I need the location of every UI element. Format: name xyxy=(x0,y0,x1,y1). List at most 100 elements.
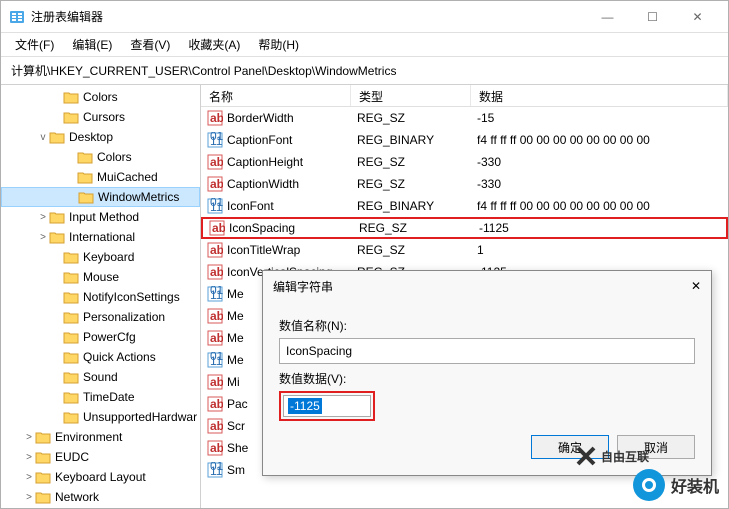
folder-icon xyxy=(63,350,79,364)
tree-label: TimeDate xyxy=(83,390,135,404)
address-bar[interactable]: 计算机\HKEY_CURRENT_USER\Control Panel\Desk… xyxy=(1,57,728,85)
tree-label: Environment xyxy=(55,430,122,444)
dialog-titlebar: 编辑字符串 ✕ xyxy=(263,271,711,301)
value-data: -15 xyxy=(471,109,728,127)
maximize-button[interactable]: ☐ xyxy=(630,2,675,32)
dialog-close-icon[interactable]: ✕ xyxy=(691,279,701,293)
expander-icon[interactable]: > xyxy=(37,212,49,223)
menu-help[interactable]: 帮助(H) xyxy=(250,34,307,55)
tree-item[interactable]: >Input Method xyxy=(1,207,200,227)
tree-item[interactable]: Personalization xyxy=(1,307,200,327)
window-title: 注册表编辑器 xyxy=(31,8,585,25)
minimize-button[interactable]: — xyxy=(585,2,630,32)
close-button[interactable]: ✕ xyxy=(675,2,720,32)
menu-favorites[interactable]: 收藏夹(A) xyxy=(180,34,248,55)
tree-item[interactable]: Sound xyxy=(1,367,200,387)
tree-item[interactable]: Colors xyxy=(1,147,200,167)
value-data: 1 xyxy=(471,241,728,259)
tree-label: Personalization xyxy=(83,310,165,324)
menu-edit[interactable]: 编辑(E) xyxy=(64,34,120,55)
tree-item[interactable]: v Desktop xyxy=(1,127,200,147)
tree-label: NotifyIconSettings xyxy=(83,290,180,304)
folder-icon xyxy=(63,90,79,104)
menubar: 文件(F) 编辑(E) 查看(V) 收藏夹(A) 帮助(H) xyxy=(1,33,728,57)
expander-icon[interactable]: > xyxy=(23,472,35,483)
tree-item[interactable]: PowerCfg xyxy=(1,327,200,347)
brand2-icon xyxy=(633,469,665,501)
value-row[interactable]: 011110CaptionFontREG_BINARYf4 ff ff ff 0… xyxy=(201,129,728,151)
folder-icon xyxy=(35,470,51,484)
svg-text:ab: ab xyxy=(210,177,223,191)
svg-text:110: 110 xyxy=(210,288,223,302)
value-type: REG_BINARY xyxy=(351,197,471,215)
value-name: Me xyxy=(227,287,244,301)
menu-view[interactable]: 查看(V) xyxy=(122,34,178,55)
tree-label: Keyboard xyxy=(83,250,134,264)
value-name: Me xyxy=(227,331,244,345)
col-type[interactable]: 类型 xyxy=(351,85,471,106)
tree-item[interactable]: UnsupportedHardwar xyxy=(1,407,200,427)
folder-icon xyxy=(63,410,79,424)
tree-item[interactable]: NotifyIconSettings xyxy=(1,287,200,307)
folder-icon xyxy=(35,430,51,444)
tree-pane[interactable]: ColorsCursorsvDesktopColorsMuiCachedWind… xyxy=(1,85,201,508)
folder-icon xyxy=(78,190,94,204)
value-name: IconTitleWrap xyxy=(227,243,300,257)
expander-icon[interactable]: v xyxy=(37,132,49,143)
value-row[interactable]: ab IconTitleWrap REG_SZ1 xyxy=(201,239,728,261)
value-type: REG_SZ xyxy=(351,241,471,259)
value-type-icon: 011110 xyxy=(207,286,223,302)
folder-icon xyxy=(63,330,79,344)
tree-item[interactable]: Quick Actions xyxy=(1,347,200,367)
value-type-icon: ab xyxy=(207,396,223,412)
col-name[interactable]: 名称 xyxy=(201,85,351,106)
tree-item[interactable]: >Network xyxy=(1,487,200,507)
folder-icon xyxy=(49,210,65,224)
value-type-icon: ab xyxy=(207,330,223,346)
tree-label: Sound xyxy=(83,370,118,384)
folder-icon xyxy=(63,390,79,404)
tree-item[interactable]: Colors xyxy=(1,87,200,107)
tree-item[interactable]: MuiCached xyxy=(1,167,200,187)
tree-item[interactable]: >Keyboard Layout xyxy=(1,467,200,487)
value-type-icon: ab xyxy=(209,220,225,236)
tree-label: Desktop xyxy=(69,130,113,144)
value-row[interactable]: abBorderWidthREG_SZ-15 xyxy=(201,107,728,129)
col-data[interactable]: 数据 xyxy=(471,85,728,106)
value-name: IconSpacing xyxy=(229,221,295,235)
value-data-input[interactable]: -1125 xyxy=(283,395,371,417)
value-row[interactable]: 011110IconFontREG_BINARYf4 ff ff ff 00 0… xyxy=(201,195,728,217)
value-row[interactable]: abIconSpacingREG_SZ-1125 xyxy=(201,217,728,239)
value-type: REG_SZ xyxy=(351,153,471,171)
expander-icon[interactable]: > xyxy=(37,232,49,243)
regedit-icon xyxy=(9,9,25,25)
tree-item[interactable]: Mouse xyxy=(1,267,200,287)
titlebar: 注册表编辑器 — ☐ ✕ xyxy=(1,1,728,33)
name-label: 数值名称(N): xyxy=(279,317,695,334)
value-name-input[interactable] xyxy=(279,338,695,364)
tree-item[interactable]: Keyboard xyxy=(1,247,200,267)
svg-text:ab: ab xyxy=(210,441,223,455)
value-row[interactable]: abCaptionWidthREG_SZ-330 xyxy=(201,173,728,195)
value-data: -330 xyxy=(471,175,728,193)
tree-item[interactable]: >EUDC xyxy=(1,447,200,467)
expander-icon[interactable]: > xyxy=(23,452,35,463)
value-type: REG_SZ xyxy=(351,109,471,127)
value-name: BorderWidth xyxy=(227,111,294,125)
value-name: CaptionFont xyxy=(227,133,292,147)
tree-item[interactable]: Cursors xyxy=(1,107,200,127)
value-name: CaptionWidth xyxy=(227,177,299,191)
value-type-icon: ab xyxy=(207,242,223,258)
expander-icon[interactable]: > xyxy=(23,432,35,443)
value-row[interactable]: abCaptionHeightREG_SZ-330 xyxy=(201,151,728,173)
tree-item[interactable]: WindowMetrics xyxy=(1,187,200,207)
tree-item[interactable]: >International xyxy=(1,227,200,247)
value-type: REG_SZ xyxy=(353,219,473,237)
tree-item[interactable]: > Environment xyxy=(1,427,200,447)
menu-file[interactable]: 文件(F) xyxy=(7,34,62,55)
value-name: Pac xyxy=(227,397,248,411)
tree-item[interactable]: TimeDate xyxy=(1,387,200,407)
value-name: Mi xyxy=(227,375,240,389)
expander-icon[interactable]: > xyxy=(23,492,35,503)
svg-text:ab: ab xyxy=(210,375,223,389)
